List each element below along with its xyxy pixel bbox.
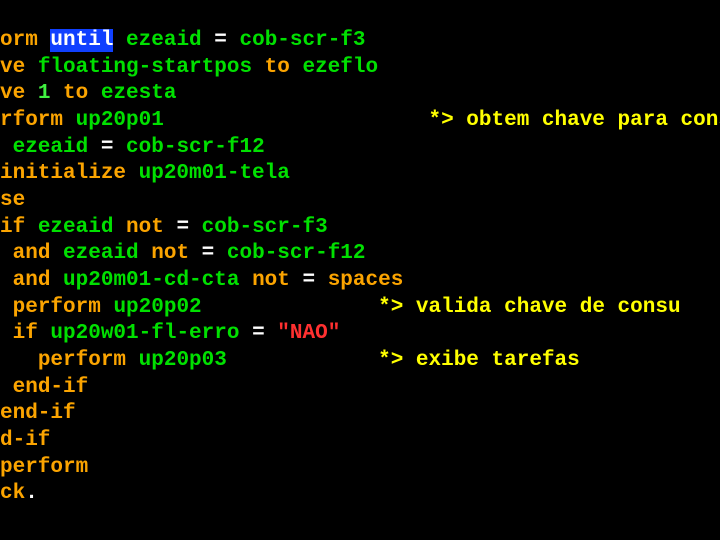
code-line: if ezeaid not = cob-scr-f3 [0,215,720,242]
code-token: "NAO" [277,322,340,345]
code-token: and [13,269,63,292]
code-token: end-if [13,376,89,399]
code-line: end-if [0,401,720,428]
code-token: not [151,242,201,265]
code-token: d-if [0,429,50,452]
code-line: if up20w01-fl-erro = "NAO" [0,321,720,348]
code-token: *> exibe tarefas [378,349,580,372]
code-token: up20m01-cd-cta [63,269,252,292]
code-line: se [0,188,720,215]
code-token: . [25,482,38,505]
code-token: ve [0,82,38,105]
code-line: perform [0,455,720,482]
code-token: up20p02 [113,296,378,319]
code-line: and up20m01-cd-cta not = spaces [0,268,720,295]
code-line: d-if [0,428,720,455]
code-line: perform up20p03 *> exibe tarefas [0,348,720,375]
code-line: ck. [0,481,720,508]
code-token: cob-scr-f12 [227,242,366,265]
code-token: to [265,56,303,79]
code-line: ve 1 to ezesta [0,81,720,108]
code-token: = [214,29,239,52]
code-token: ezeflo [302,56,378,79]
code-token: floating-startpos [38,56,265,79]
code-token: up20p01 [76,109,429,132]
code-line: ve floating-startpos to ezeflo [0,55,720,82]
code-line: end-if [0,375,720,402]
code-token: if [0,216,38,239]
code-block: orm until ezeaid = cob-scr-f3ve floating… [0,0,720,508]
code-token: cob-scr-f3 [202,216,328,239]
code-token: until [50,29,113,52]
code-token: ezeaid [38,216,126,239]
code-token: 1 [38,82,63,105]
code-token: perform [13,296,114,319]
code-line: ezeaid = cob-scr-f12 [0,135,720,162]
code-token: initialize [0,162,139,185]
code-token: ezeaid [113,29,214,52]
code-token: up20p03 [139,349,378,372]
code-token: = [176,216,201,239]
code-token: perform [0,456,88,479]
code-token: orm [0,29,50,52]
code-token: = [202,242,227,265]
code-token: *> valida chave de consu [378,296,680,319]
code-token: if [13,322,51,345]
code-token: rform [0,109,76,132]
code-token: end-if [0,402,76,425]
code-token: to [63,82,101,105]
code-token: ezeaid [63,242,151,265]
code-line: perform up20p02 *> valida chave de consu [0,295,720,322]
code-token: ve [0,56,38,79]
code-token: not [126,216,176,239]
code-line: and ezeaid not = cob-scr-f12 [0,241,720,268]
code-token: se [0,189,25,212]
code-token: up20m01-tela [139,162,290,185]
code-token: and [13,242,63,265]
code-token: ezeaid [0,136,101,159]
code-token: spaces [328,269,404,292]
code-line: rform up20p01 *> obtem chave para cons [0,108,720,135]
code-line: orm until ezeaid = cob-scr-f3 [0,28,720,55]
code-token: cob-scr-f3 [239,29,365,52]
code-token: ezesta [101,82,177,105]
code-token: perform [38,349,139,372]
code-token: ck [0,482,25,505]
code-token: = [302,269,327,292]
code-token: cob-scr-f12 [126,136,265,159]
code-token: up20w01-fl-erro [50,322,252,345]
code-token: *> obtem chave para cons [428,109,720,132]
code-token: not [252,269,302,292]
code-token: = [252,322,277,345]
code-line: initialize up20m01-tela [0,161,720,188]
code-token: = [101,136,126,159]
